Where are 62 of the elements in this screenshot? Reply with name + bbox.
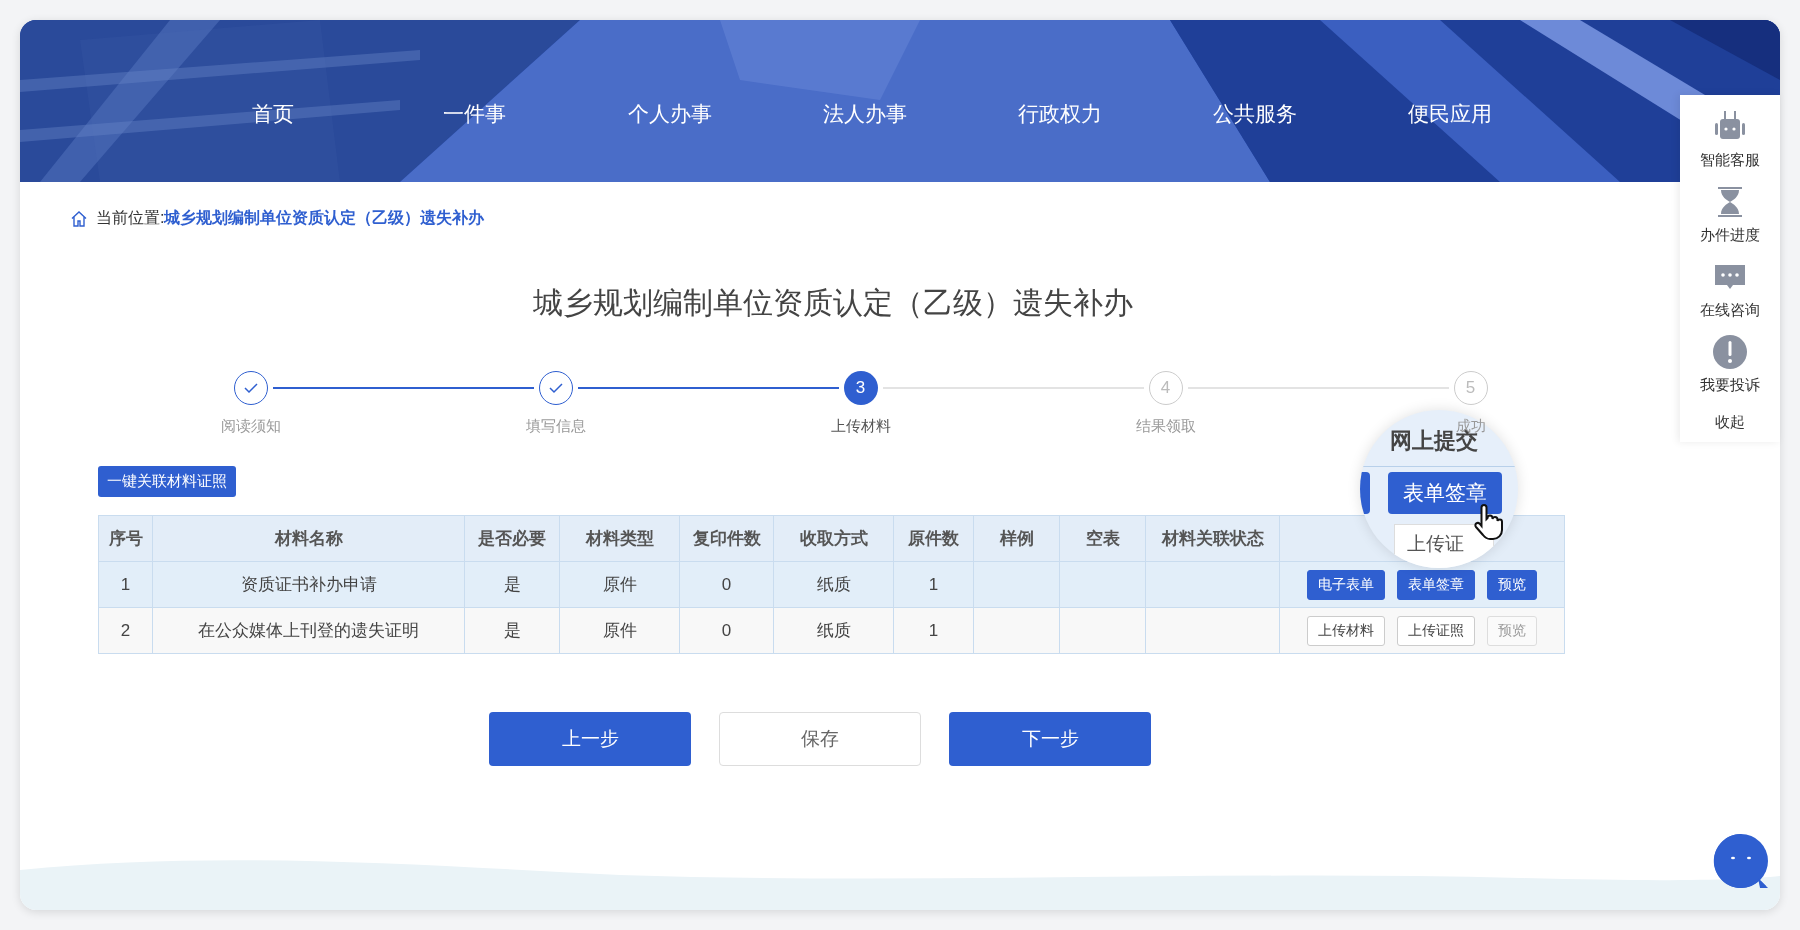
- side-menu-item[interactable]: 智能客服: [1700, 151, 1760, 170]
- table-cell: 1: [893, 561, 974, 608]
- alert-icon: [1712, 334, 1748, 370]
- action-button[interactable]: 表单签章: [1397, 569, 1475, 600]
- hand-cursor-icon: [1472, 502, 1506, 542]
- column-header: 复印件数: [679, 515, 774, 562]
- action-button[interactable]: 上传材料: [1307, 615, 1385, 646]
- chatbot-icon[interactable]: [1712, 832, 1770, 890]
- breadcrumb: 当前位置:城乡规划编制单位资质认定（乙级）遗失补办: [96, 208, 485, 228]
- side-menu-item[interactable]: 办件进度: [1700, 226, 1760, 245]
- column-header: 材料名称: [152, 515, 465, 562]
- column-header: 收取方式: [773, 515, 894, 562]
- collapse-link[interactable]: 收起: [1715, 413, 1745, 432]
- page-title: 城乡规划编制单位资质认定（乙级）遗失补办: [532, 285, 1133, 321]
- table-cell: 在公众媒体上刊登的遗失证明: [152, 607, 465, 654]
- step-label: 上传材料: [830, 417, 891, 436]
- step-nav-button[interactable]: 保存: [719, 712, 921, 766]
- step-nav-button[interactable]: 下一步: [949, 712, 1151, 766]
- table-cell: 2: [98, 607, 153, 654]
- check-icon: [243, 382, 258, 394]
- step-circle: 3: [843, 371, 878, 405]
- home-icon: [70, 209, 88, 228]
- step-circle: 5: [1453, 371, 1488, 405]
- nav-item[interactable]: 个人办事: [572, 100, 767, 128]
- table-cell: 资质证书补办申请: [152, 561, 465, 608]
- step-label: 阅读须知: [220, 417, 281, 436]
- link-materials-button[interactable]: 一键关联材料证照: [98, 466, 236, 497]
- table-cell: 0: [679, 607, 774, 654]
- table-cell: 纸质: [773, 561, 894, 608]
- step-circle: 4: [1148, 371, 1183, 405]
- nav-item[interactable]: 行政权力: [962, 100, 1157, 128]
- nav-item[interactable]: 一件事: [377, 100, 572, 128]
- column-header: 材料类型: [559, 515, 680, 562]
- action-button[interactable]: 上传证照: [1397, 615, 1475, 646]
- table-cell: 原件: [559, 561, 680, 608]
- table-cell: 1: [98, 561, 153, 608]
- step-label: 结果领取: [1135, 417, 1196, 436]
- step-label: 填写信息: [525, 417, 586, 436]
- side-menu-item[interactable]: 我要投诉: [1700, 376, 1760, 395]
- table-cell: 纸质: [773, 607, 894, 654]
- column-header: 是否必要: [464, 515, 560, 562]
- column-header: 样例: [973, 515, 1060, 562]
- column-header: 材料关联状态: [1145, 515, 1280, 562]
- side-menu-item[interactable]: 在线咨询: [1700, 301, 1760, 320]
- column-header: 序号: [98, 515, 153, 562]
- nav-item[interactable]: 首页: [242, 100, 377, 128]
- table-cell: 是: [464, 561, 560, 608]
- nav-item[interactable]: 便民应用: [1352, 100, 1547, 128]
- table-cell: 1: [893, 607, 974, 654]
- magnified-sign-button[interactable]: 表单签章: [1388, 472, 1502, 514]
- check-icon: [548, 382, 563, 394]
- nav-item[interactable]: 法人办事: [767, 100, 962, 128]
- column-header: 原件数: [893, 515, 974, 562]
- step-nav-button[interactable]: 上一步: [489, 712, 691, 766]
- magnified-button-edge: [1360, 472, 1370, 514]
- action-button[interactable]: 电子表单: [1307, 569, 1385, 600]
- table-cell: 0: [679, 561, 774, 608]
- action-button[interactable]: 预览: [1487, 569, 1537, 600]
- table-cell: 是: [464, 607, 560, 654]
- column-header: 空表: [1059, 515, 1146, 562]
- nav-item[interactable]: 公共服务: [1157, 100, 1352, 128]
- table-cell: 原件: [559, 607, 680, 654]
